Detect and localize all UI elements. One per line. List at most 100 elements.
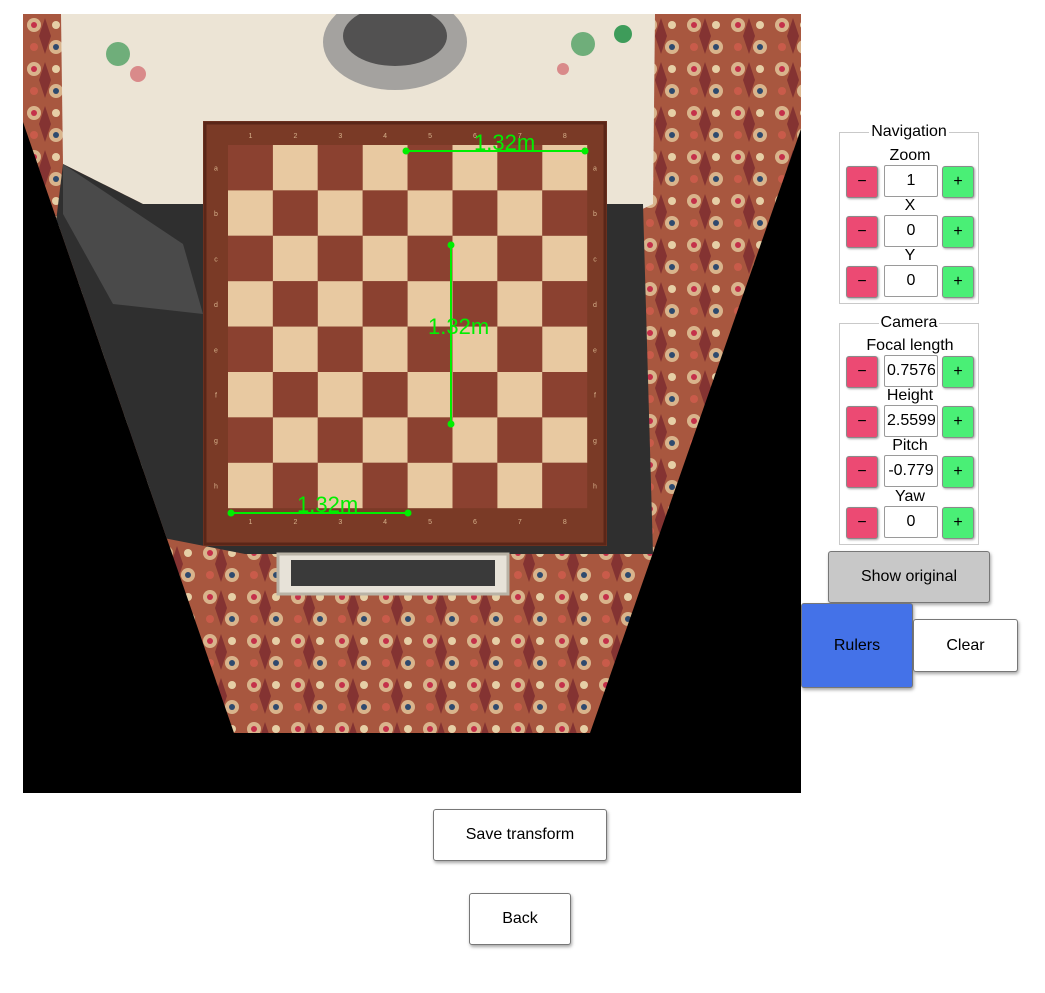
board-square (542, 462, 588, 509)
x-input[interactable] (884, 215, 938, 247)
zoom-increase-button[interactable]: + (942, 166, 974, 198)
board-rank-label: h (214, 484, 218, 491)
board-square (317, 281, 363, 327)
board-file-label: 7 (518, 519, 522, 526)
board-file-label: 5 (428, 133, 432, 140)
board-rank-label: b (214, 211, 218, 218)
ruler-label-vertical: 1.32m (428, 314, 489, 339)
board-file-label: 1 (248, 519, 252, 526)
board-square (542, 281, 588, 327)
ruler-label-bottom: 1.32m (297, 492, 358, 517)
board-square (497, 372, 543, 418)
board-square (228, 372, 273, 418)
yaw-decrease-button[interactable]: − (846, 507, 878, 539)
clear-button[interactable]: Clear (913, 619, 1018, 672)
board-square (317, 145, 363, 191)
ruler-handle[interactable] (581, 147, 589, 155)
focal-length-decrease-button[interactable]: − (846, 356, 878, 388)
board-square (362, 372, 408, 418)
x-decrease-button[interactable]: − (846, 216, 878, 248)
zoom-decrease-button[interactable]: − (846, 166, 878, 198)
back-button[interactable]: Back (469, 893, 571, 945)
rulers-button[interactable]: Rulers (801, 603, 913, 688)
y-label: Y (904, 247, 916, 264)
focal-length-input[interactable] (884, 355, 938, 387)
zoom-input[interactable] (884, 165, 938, 197)
board-square (497, 462, 543, 509)
board-square (228, 145, 273, 191)
board-square (317, 372, 363, 418)
board-square (317, 417, 363, 463)
board-square (407, 190, 453, 236)
x-control: − + (846, 215, 974, 248)
height-decrease-button[interactable]: − (846, 406, 878, 438)
camera-legend: Camera (880, 314, 938, 331)
y-increase-button[interactable]: + (942, 266, 974, 298)
show-original-button[interactable]: Show original (828, 551, 990, 603)
navigation-legend: Navigation (871, 123, 947, 140)
pitch-input[interactable] (884, 455, 938, 487)
yaw-control: − + (846, 506, 974, 539)
ruler-handle[interactable] (402, 147, 410, 155)
height-increase-button[interactable]: + (942, 406, 974, 438)
board-square (228, 417, 273, 463)
board-file-label: 6 (473, 519, 477, 526)
board-square (497, 190, 543, 236)
board-square (362, 281, 408, 327)
board-square (272, 190, 318, 236)
board-rank-label: a (214, 166, 218, 173)
ruler-handle[interactable] (447, 420, 455, 428)
board-square (272, 235, 318, 282)
board-file-label: 3 (338, 519, 342, 526)
board-square (542, 372, 588, 418)
board-square (407, 235, 453, 282)
board-square (452, 462, 498, 509)
board-square (228, 281, 273, 327)
board-square (228, 235, 273, 282)
transformed-image: 1122334455667788 h hg gf fe ed dc cb ba a 1.32m … (23, 14, 801, 733)
board-square (228, 190, 273, 236)
ruler-handle[interactable] (447, 241, 455, 249)
board-rank-label: d (214, 302, 218, 309)
board-square (542, 417, 588, 463)
ruler-handle[interactable] (404, 509, 412, 517)
board-rank-label: e (214, 347, 218, 354)
board-square (272, 145, 318, 191)
board-square (362, 417, 408, 463)
save-transform-button[interactable]: Save transform (433, 809, 607, 861)
board-square (542, 235, 588, 282)
board-square (497, 281, 543, 327)
yaw-increase-button[interactable]: + (942, 507, 974, 539)
zoom-control: − + (846, 165, 974, 198)
board-rank-label: f (215, 393, 217, 400)
board-rank-label: d (593, 302, 597, 309)
y-control: − + (846, 265, 974, 298)
board-square (317, 326, 363, 372)
chess-board: 1122334455667788 h hg gf fe ed dc cb ba a (203, 121, 607, 546)
board-square (272, 417, 318, 463)
pitch-increase-button[interactable]: + (942, 456, 974, 488)
pitch-decrease-button[interactable]: − (846, 456, 878, 488)
board-file-label: 3 (338, 133, 342, 140)
board-squares (228, 145, 588, 509)
ruler-handle[interactable] (227, 509, 235, 517)
height-input[interactable] (884, 405, 938, 437)
yaw-input[interactable] (884, 506, 938, 538)
transformed-image-canvas[interactable]: 1122334455667788 hhggffeeddccbbaa 1.32m … (23, 14, 801, 793)
board-square (228, 326, 273, 372)
board-square (452, 372, 498, 418)
board-file-label: 8 (563, 133, 567, 140)
board-square (317, 190, 363, 236)
board-square (362, 235, 408, 282)
ruler-label-top: 1.32m (474, 130, 535, 155)
board-file-label: 5 (428, 519, 432, 526)
y-input[interactable] (884, 265, 938, 297)
board-square (452, 235, 498, 282)
y-decrease-button[interactable]: − (846, 266, 878, 298)
focal-length-increase-button[interactable]: + (942, 356, 974, 388)
board-square (272, 281, 318, 327)
board-rank-label: f (594, 393, 596, 400)
board-square (272, 372, 318, 418)
board-rank-label: g (593, 438, 597, 445)
x-increase-button[interactable]: + (942, 216, 974, 248)
